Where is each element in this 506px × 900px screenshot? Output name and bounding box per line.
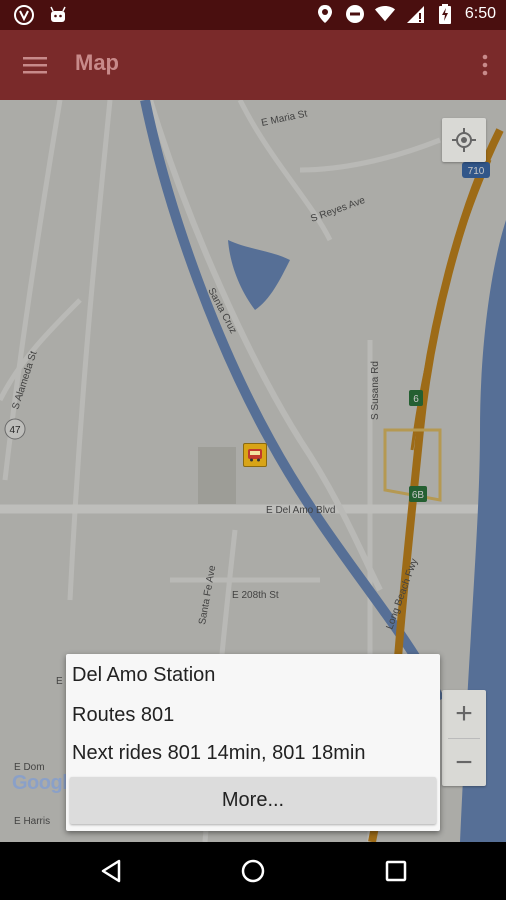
- more-button[interactable]: More...: [70, 777, 436, 824]
- home-icon[interactable]: [238, 856, 268, 886]
- status-bar: 6:50: [0, 0, 506, 30]
- zoom-controls: + −: [442, 690, 486, 786]
- app-bar: Map: [0, 30, 506, 100]
- android-app-icon: [50, 6, 66, 22]
- station-name: Del Amo Station: [72, 664, 216, 686]
- wifi-icon: [374, 6, 395, 22]
- bus-stop-marker[interactable]: [243, 443, 267, 467]
- routes-text: Routes 801: [72, 704, 175, 726]
- zoom-out-button[interactable]: −: [442, 739, 486, 787]
- page-title: Map: [75, 50, 119, 75]
- next-rides-text: Next rides 801 14min, 801 18min: [72, 742, 366, 764]
- location-pin-icon: [317, 5, 332, 23]
- more-vertical-icon[interactable]: [482, 52, 488, 78]
- recents-icon[interactable]: [381, 856, 411, 886]
- my-location-button[interactable]: [442, 118, 486, 162]
- signal-icon: [406, 6, 424, 23]
- do-not-disturb-icon: [345, 5, 364, 23]
- bus-icon: [248, 449, 262, 462]
- zoom-in-button[interactable]: +: [442, 690, 486, 738]
- station-info-window: Del Amo Station Routes 801 Next rides 80…: [66, 654, 440, 831]
- hamburger-menu-icon[interactable]: [22, 52, 48, 78]
- shield-app-icon: [14, 5, 34, 25]
- crosshair-icon: [452, 128, 476, 152]
- system-nav-bar: [0, 842, 506, 900]
- back-icon[interactable]: [97, 856, 127, 886]
- battery-charging-icon: [438, 4, 451, 24]
- status-time: 6:50: [464, 5, 496, 22]
